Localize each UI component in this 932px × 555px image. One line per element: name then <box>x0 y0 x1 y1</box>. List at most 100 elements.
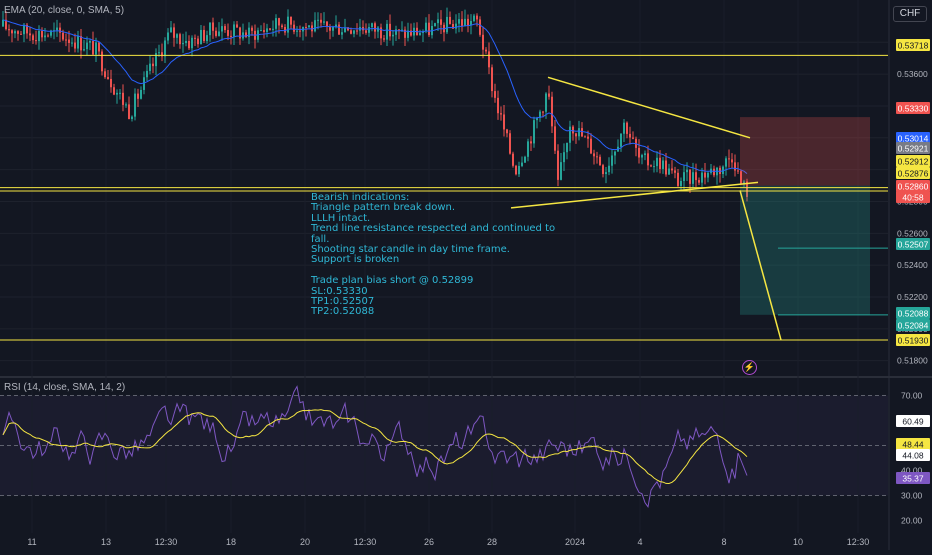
lightning-icon[interactable]: ⚡ <box>742 360 757 375</box>
rsi-tick-label: 70.00 <box>901 391 923 401</box>
candle <box>488 51 490 68</box>
candle <box>113 87 115 95</box>
candle <box>515 165 517 175</box>
x-tick-label: 12:30 <box>354 537 377 547</box>
candle <box>158 52 160 54</box>
candle <box>230 35 232 37</box>
candle <box>386 23 388 40</box>
ema-line <box>2 19 748 174</box>
candle <box>575 133 577 137</box>
price-badge-label: 0.53718 <box>898 41 929 51</box>
candle <box>491 67 493 92</box>
candle <box>149 63 151 71</box>
rsi-tick-label: 20.00 <box>901 516 923 526</box>
candle <box>314 20 316 32</box>
candle <box>446 16 448 33</box>
take-profit-zone[interactable] <box>740 185 870 315</box>
candle <box>494 91 496 98</box>
candle <box>614 151 616 156</box>
candle <box>506 129 508 134</box>
candle <box>731 159 733 163</box>
candle <box>632 137 634 139</box>
candle <box>521 162 523 166</box>
candle <box>647 153 649 166</box>
candle <box>110 78 112 88</box>
candle <box>485 49 487 52</box>
candle <box>626 122 628 134</box>
candle <box>92 41 94 55</box>
candle <box>707 172 709 178</box>
rsi-indicator-label[interactable]: RSI (14, close, SMA, 14, 2) <box>4 382 125 393</box>
y-tick-label: 0.53600 <box>897 69 928 79</box>
candle <box>671 168 673 171</box>
candle <box>95 42 97 55</box>
price-badge-label: 0.52876 <box>898 169 929 179</box>
candle <box>701 172 703 183</box>
candle <box>191 37 193 49</box>
candle <box>533 120 535 144</box>
candle <box>116 92 118 95</box>
candle <box>260 30 262 32</box>
candle <box>80 36 82 51</box>
candle <box>473 15 475 22</box>
candle <box>620 133 622 147</box>
candle <box>29 33 31 36</box>
candle <box>725 158 727 167</box>
candle <box>668 168 670 175</box>
candle <box>605 172 607 175</box>
candle <box>698 180 700 183</box>
candle <box>527 141 529 157</box>
candle <box>365 30 367 33</box>
candle <box>119 92 121 94</box>
stop-loss-zone[interactable] <box>740 117 870 186</box>
y-tick-label: 0.51800 <box>897 356 928 366</box>
candle <box>680 180 682 186</box>
chart-root[interactable]: 0.538000.536000.534000.532000.530000.528… <box>0 0 932 550</box>
candle <box>179 34 181 45</box>
candle <box>281 25 283 28</box>
candle <box>269 28 271 30</box>
x-tick-label: 20 <box>300 537 310 547</box>
rsi-value-label: 35.37 <box>902 474 924 484</box>
candle <box>62 32 64 40</box>
candle <box>341 32 343 35</box>
candle <box>146 70 148 78</box>
candle <box>104 71 106 78</box>
candle <box>89 41 91 43</box>
candle <box>734 162 736 171</box>
candle <box>305 26 307 28</box>
candle <box>704 172 706 178</box>
candle <box>17 31 19 34</box>
candle <box>383 38 385 40</box>
candle <box>524 156 526 163</box>
rsi-value-label: 60.49 <box>902 417 924 427</box>
candle <box>185 40 187 44</box>
candle <box>8 29 10 31</box>
candle <box>512 153 514 166</box>
candle <box>278 18 280 26</box>
candle <box>212 22 214 31</box>
candle <box>209 22 211 36</box>
y-tick-label: 0.52200 <box>897 292 928 302</box>
candle <box>596 156 598 158</box>
currency-badge[interactable]: CHF <box>893 6 927 22</box>
candle <box>320 19 322 23</box>
candle <box>128 104 130 120</box>
candle <box>653 166 655 168</box>
candle <box>137 93 139 99</box>
main-indicator-label[interactable]: EMA (20, close, 0, SMA, 5) <box>4 5 124 16</box>
x-tick-label: 11 <box>27 537 36 547</box>
candle <box>299 30 301 32</box>
candle <box>176 34 178 38</box>
candle <box>356 30 358 32</box>
candle <box>284 27 286 33</box>
candle <box>377 27 379 32</box>
candle <box>11 30 13 34</box>
price-badge-label: 0.52921 <box>898 144 929 154</box>
candle <box>251 27 253 31</box>
pane-separator[interactable] <box>0 376 932 378</box>
candle <box>47 35 49 37</box>
rsi-value-label: 44.08 <box>902 451 924 461</box>
candle <box>425 22 427 32</box>
candle <box>194 37 196 39</box>
